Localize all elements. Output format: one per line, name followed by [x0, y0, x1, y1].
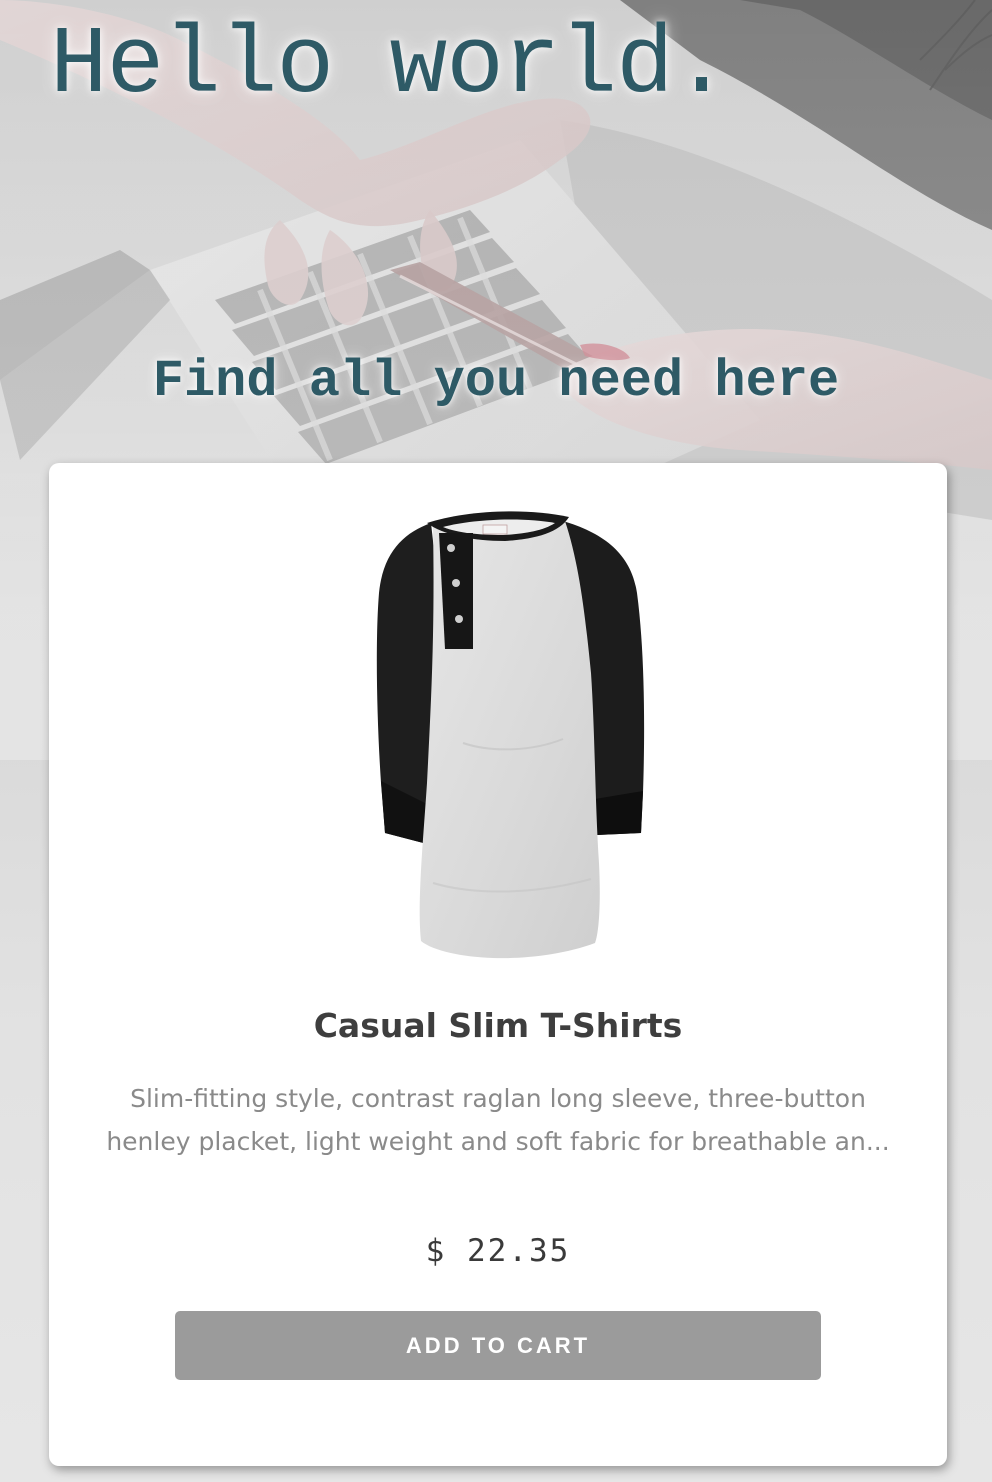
hero-title: Hello world. — [50, 11, 730, 120]
product-title[interactable]: Casual Slim T-Shirts — [49, 1006, 947, 1046]
add-to-cart-button[interactable]: Add to cart — [175, 1311, 821, 1380]
product-description: Slim-fitting style, contrast raglan long… — [106, 1084, 890, 1156]
product-image[interactable] — [323, 503, 673, 963]
hero-subtitle: Find all you need here — [152, 352, 840, 411]
page: Hello world. Find all you need here Casu… — [0, 0, 992, 1482]
product-price: $ 22.35 — [425, 1233, 571, 1269]
product-card: Casual Slim T-Shirts Slim-fitting style,… — [49, 463, 947, 1466]
